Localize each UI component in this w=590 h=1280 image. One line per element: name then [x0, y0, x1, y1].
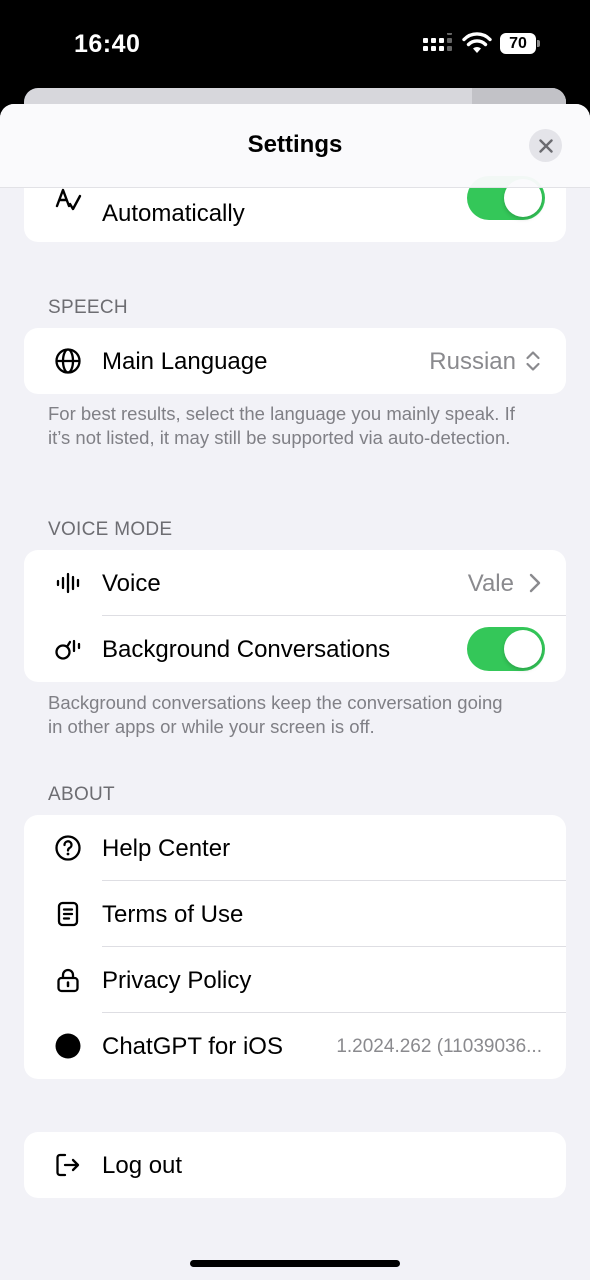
privacy-policy-label: Privacy Policy	[102, 967, 252, 994]
settings-sheet: Settings Automatically SPEECH Main Langu…	[0, 104, 590, 1280]
background-conversations-row: Background Conversations	[24, 616, 566, 682]
app-version-value: 1.2024.262 (11039036...	[336, 1036, 542, 1057]
globe-icon	[55, 348, 81, 374]
voice-mode-footer: Background conversations keep the conver…	[48, 692, 503, 737]
main-language-value: Russian	[429, 348, 516, 375]
voice-mode-section-header: VOICE MODE	[48, 519, 173, 540]
navigation-bar: Settings	[0, 104, 590, 188]
logout-arrow-icon	[56, 1153, 80, 1177]
logout-label: Log out	[102, 1152, 183, 1179]
close-icon	[538, 138, 553, 153]
battery-indicator: 70	[500, 33, 540, 54]
a-with-check-icon	[55, 188, 82, 211]
up-down-chevron-icon	[526, 351, 540, 371]
terms-of-use-label: Terms of Use	[102, 901, 244, 928]
page-title: Settings	[247, 131, 343, 158]
lock-icon	[57, 968, 79, 993]
terms-of-use-row[interactable]: Terms of Use	[24, 881, 566, 947]
logout-row[interactable]: Log out	[24, 1132, 566, 1198]
speech-footer: For best results, select the language yo…	[48, 403, 515, 448]
speech-group: Main Language Russian	[24, 328, 566, 394]
auto-correct-label: Automatically	[102, 200, 245, 227]
main-language-label: Main Language	[102, 348, 268, 375]
chevron-right-icon	[529, 573, 541, 593]
voice-label: Voice	[102, 570, 161, 597]
close-button[interactable]	[529, 129, 562, 162]
toggle-knob	[504, 630, 542, 668]
help-center-row[interactable]: Help Center	[24, 815, 566, 881]
app-version-row: ChatGPT for iOS 1.2024.262 (11039036...	[24, 1013, 566, 1079]
speaker-wave-icon	[55, 639, 81, 660]
battery-level: 70	[500, 33, 536, 54]
logout-group: Log out	[24, 1132, 566, 1198]
status-time: 16:40	[74, 30, 141, 58]
background-conversations-label: Background Conversations	[102, 636, 391, 663]
privacy-policy-row[interactable]: Privacy Policy	[24, 947, 566, 1013]
cellular-signal-icon	[423, 33, 452, 51]
app-name-label: ChatGPT for iOS	[102, 1033, 283, 1060]
about-section-header: ABOUT	[48, 784, 115, 805]
document-list-icon	[57, 901, 79, 927]
openai-logo-icon	[55, 1033, 81, 1059]
background-conversations-toggle[interactable]	[467, 627, 545, 671]
waveform-icon	[56, 572, 80, 594]
speech-section-header: SPEECH	[48, 297, 128, 318]
about-group: Help Center Terms of Use Privacy Policy	[24, 815, 566, 1079]
status-bar: 16:40 70	[0, 0, 590, 90]
battery-cap	[537, 40, 540, 47]
help-center-label: Help Center	[102, 835, 231, 862]
wifi-icon	[462, 32, 492, 53]
question-circle-icon	[55, 835, 81, 861]
home-indicator[interactable]	[190, 1260, 400, 1267]
voice-mode-group: Voice Vale Background Conversations	[24, 550, 566, 682]
voice-row[interactable]: Voice Vale	[24, 550, 566, 616]
main-language-row[interactable]: Main Language Russian	[24, 328, 566, 394]
voice-value: Vale	[467, 570, 514, 597]
